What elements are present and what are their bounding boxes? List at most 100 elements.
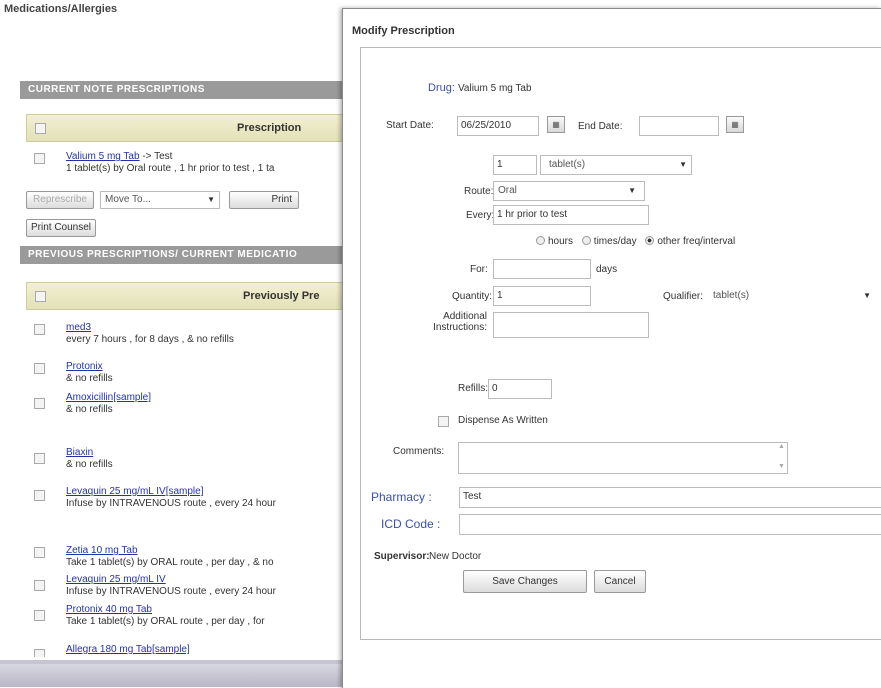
radio-icon xyxy=(581,236,591,245)
prescription-column-header: Prescription xyxy=(237,122,302,134)
drug-value: Valium 5 mg Tab xyxy=(458,83,532,94)
quantity-label: Quantity: xyxy=(452,291,493,302)
table-row: Amoxicillin[sample] & no refills xyxy=(26,392,356,416)
chevron-down-icon: ▼ xyxy=(863,291,871,300)
row-checkbox[interactable] xyxy=(34,610,45,621)
prescription-detail: 1 tablet(s) by Oral route , 1 hr prior t… xyxy=(66,163,275,174)
dose-quantity-input[interactable]: 1 xyxy=(493,155,537,175)
row-checkbox[interactable] xyxy=(34,398,45,409)
start-date-input[interactable]: 06/25/2010 xyxy=(457,116,539,136)
chevron-down-icon: ▼ xyxy=(679,160,687,169)
previous-prescriptions-header: PREVIOUS PRESCRIPTIONS/ CURRENT MEDICATI… xyxy=(20,246,350,264)
hours-radio[interactable]: hours xyxy=(536,236,573,247)
move-to-select[interactable]: Move To... ▼ xyxy=(100,191,220,209)
table-row: Protonix 40 mg Tab Take 1 tablet(s) by O… xyxy=(26,604,356,628)
select-all-previous-checkbox[interactable] xyxy=(35,291,46,302)
prescription-link[interactable]: med3 xyxy=(66,322,91,333)
chevron-down-icon: ▼ xyxy=(628,186,636,195)
scroll-down-icon[interactable]: ▼ xyxy=(778,463,785,470)
dose-unit-select[interactable]: tablet(s) ▼ xyxy=(540,155,692,175)
row-checkbox[interactable] xyxy=(34,363,45,374)
comments-scrollbar[interactable]: ▲ ▼ xyxy=(777,443,787,473)
icd-code-input[interactable] xyxy=(459,514,881,535)
refills-label: Refills: xyxy=(458,383,489,394)
prescription-link[interactable]: Valium 5 mg Tab xyxy=(66,151,140,162)
hours-radio-label: hours xyxy=(548,236,574,247)
prescription-link[interactable]: Zetia 10 mg Tab xyxy=(66,545,138,556)
comments-textarea[interactable] xyxy=(458,442,788,474)
end-date-calendar-icon[interactable]: ▦ xyxy=(726,116,744,133)
move-to-value: Move To... xyxy=(105,194,151,205)
qualifier-select[interactable]: tablet(s) ▼ xyxy=(708,286,878,306)
prescription-detail: & no refills xyxy=(66,373,113,384)
table-row: Valium 5 mg Tab -> Test 1 tablet(s) by O… xyxy=(26,151,356,177)
save-changes-button[interactable]: Save Changes xyxy=(463,570,587,593)
row-checkbox[interactable] xyxy=(34,324,45,335)
cancel-button[interactable]: Cancel xyxy=(594,570,646,593)
prescription-link[interactable]: Allegra 180 mg Tab[sample] xyxy=(66,644,190,655)
times-per-day-radio[interactable]: times/day xyxy=(581,236,637,247)
for-label: For: xyxy=(470,264,488,275)
table-row: Levaquin 25 mg/mL IV[sample] Infuse by I… xyxy=(26,486,356,510)
table-row: Zetia 10 mg Tab Take 1 tablet(s) by ORAL… xyxy=(26,545,356,569)
print-counsel-button[interactable]: Print Counsel xyxy=(26,219,96,237)
supervisor-label: Supervisor: xyxy=(374,551,430,562)
chevron-down-icon: ▼ xyxy=(207,195,215,204)
current-grid-header: Prescription xyxy=(26,114,356,142)
supervisor-value: New Doctor xyxy=(429,551,482,562)
other-freq-radio[interactable]: other freq/interval xyxy=(645,236,735,247)
additional-label-line1: Additional xyxy=(443,311,487,322)
row-checkbox[interactable] xyxy=(34,649,45,657)
additional-instructions-label: Additional Instructions: xyxy=(425,311,487,333)
end-date-input[interactable] xyxy=(639,116,719,136)
prescription-link[interactable]: Protonix xyxy=(66,361,103,372)
times-per-day-radio-label: times/day xyxy=(593,236,637,247)
select-all-current-checkbox[interactable] xyxy=(35,123,46,134)
refills-input[interactable]: 0 xyxy=(488,379,552,399)
scroll-up-icon[interactable]: ▲ xyxy=(778,443,785,450)
table-row: Levaquin 25 mg/mL IV Infuse by INTRAVENO… xyxy=(26,574,356,598)
prescription-link[interactable]: Biaxin xyxy=(66,447,93,458)
start-date-calendar-icon[interactable]: ▦ xyxy=(547,116,565,133)
pharmacy-input[interactable]: Test xyxy=(459,487,881,508)
prescription-link[interactable]: Protonix 40 mg Tab xyxy=(66,604,152,615)
row-checkbox[interactable] xyxy=(34,453,45,464)
prescription-suffix: -> Test xyxy=(139,151,173,162)
quantity-input[interactable]: 1 xyxy=(493,286,591,306)
prescription-detail: & no refills xyxy=(66,404,113,415)
prescription-detail: Infuse by INTRAVENOUS route , every 24 h… xyxy=(66,586,276,597)
dialog-title: Modify Prescription xyxy=(352,25,455,37)
comments-label: Comments: xyxy=(393,446,445,457)
table-row: Protonix & no refills xyxy=(26,361,356,385)
table-row: Allegra 180 mg Tab[sample] xyxy=(26,643,356,657)
start-date-label: Start Date: xyxy=(386,120,434,131)
dispense-as-written-label: Dispense As Written xyxy=(458,415,548,426)
row-checkbox[interactable] xyxy=(34,490,45,501)
dispense-as-written-checkbox[interactable] xyxy=(438,416,449,427)
every-label: Every: xyxy=(466,210,495,221)
table-row: med3 every 7 hours , for 8 days , & no r… xyxy=(26,322,356,346)
prescription-link[interactable]: Levaquin 25 mg/mL IV[sample] xyxy=(66,486,203,497)
previously-column-header: Previously Pre xyxy=(243,290,320,302)
drug-label: Drug: xyxy=(428,82,455,94)
row-checkbox[interactable] xyxy=(34,547,45,558)
current-prescriptions-header: CURRENT NOTE PRESCRIPTIONS xyxy=(20,81,350,99)
radio-selected-icon xyxy=(645,236,655,245)
prescription-link[interactable]: Amoxicillin[sample] xyxy=(66,392,151,403)
row-checkbox[interactable] xyxy=(34,153,45,164)
route-select[interactable]: Oral ▼ xyxy=(493,181,645,201)
prescription-link[interactable]: Levaquin 25 mg/mL IV xyxy=(66,574,166,585)
prescription-detail: Take 1 tablet(s) by ORAL route , per day… xyxy=(66,557,274,568)
route-label: Route: xyxy=(464,186,494,197)
additional-instructions-input[interactable] xyxy=(493,312,649,338)
route-value: Oral xyxy=(498,185,517,196)
every-input[interactable]: 1 hr prior to test xyxy=(493,205,649,225)
for-input[interactable] xyxy=(493,259,591,279)
table-row: Biaxin & no refills xyxy=(26,447,356,471)
row-checkbox[interactable] xyxy=(34,580,45,591)
represcribe-button[interactable]: Represcribe xyxy=(26,191,94,209)
dose-unit-value: tablet(s) xyxy=(549,159,586,170)
print-button[interactable]: Print xyxy=(229,191,299,209)
qualifier-label: Qualifier: xyxy=(663,291,704,302)
prescription-detail: Infuse by INTRAVENOUS route , every 24 h… xyxy=(66,498,276,509)
